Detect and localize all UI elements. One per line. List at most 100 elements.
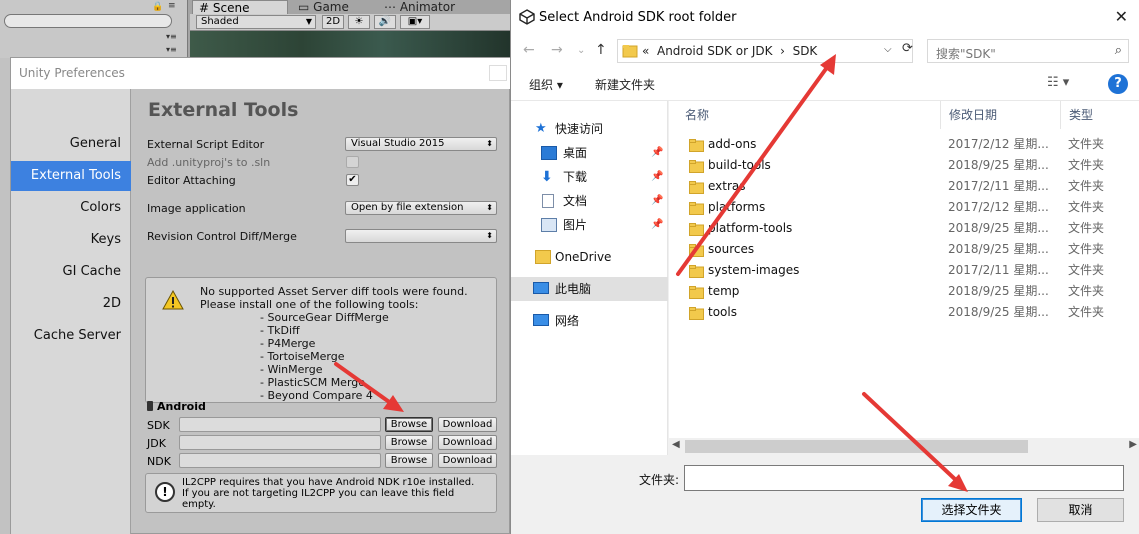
breadcrumb-overflow[interactable]: « (642, 44, 649, 58)
diff-tools-warning: No supported Asset Server diff tools wer… (145, 277, 497, 403)
nav-item-pictures[interactable]: 图片 📌 (511, 213, 668, 237)
ndk-browse-button[interactable]: Browse (385, 453, 433, 468)
chevron-down-icon[interactable]: ▾≡ (166, 32, 177, 41)
select-folder-dialog: Select Android SDK root folder ✕ ← → ⌄ ↑… (510, 0, 1139, 534)
tab-animator[interactable]: ⋯ Animator (384, 0, 484, 15)
list-item[interactable]: platform-tools 2018/9/25 星期... 文件夹 (669, 218, 1139, 239)
tab-scene[interactable]: # Scene (192, 0, 288, 15)
horizontal-scrollbar[interactable]: ◀ ▶ (669, 438, 1139, 455)
sidebar-item-external-tools[interactable]: External Tools (11, 161, 131, 191)
column-header-type[interactable]: 类型 (1061, 101, 1139, 129)
help-icon[interactable]: ? (1108, 74, 1128, 94)
breadcrumb[interactable]: « Android SDK or JDK › SDK (642, 44, 817, 58)
list-item: - P4Merge (260, 337, 316, 350)
close-icon[interactable]: ✕ (1115, 7, 1128, 26)
chevron-down-icon: ▼ (305, 17, 312, 26)
forward-arrow-icon[interactable]: → (551, 42, 563, 58)
new-folder-button[interactable]: 新建文件夹 (595, 76, 655, 93)
scroll-right-icon[interactable]: ▶ (1129, 439, 1137, 450)
il2cpp-note: IL2CPP requires that you have Android ND… (182, 477, 475, 510)
chevron-down-icon[interactable]: ⌵ (884, 44, 892, 55)
breadcrumb-separator-icon: › (780, 44, 785, 58)
hierarchy-search-input[interactable] (4, 14, 172, 28)
search-input[interactable]: 搜索"SDK" ⌕ (927, 39, 1129, 63)
file-name: platform-tools (708, 221, 793, 235)
scene-view[interactable] (190, 31, 510, 58)
ndk-download-button[interactable]: Download (438, 453, 497, 468)
file-type: 文件夹 (1068, 242, 1105, 256)
panel-menu-icon[interactable]: ≡ (168, 1, 176, 11)
sidebar-item-general[interactable]: General (11, 129, 131, 159)
recent-dropdown-icon[interactable]: ⌄ (577, 45, 585, 56)
nav-item-quick-access[interactable]: ★ 快速访问 (511, 117, 668, 141)
list-item[interactable]: add-ons 2017/2/12 星期... 文件夹 (669, 134, 1139, 155)
scroll-left-icon[interactable]: ◀ (672, 439, 680, 450)
breadcrumb-item[interactable]: Android SDK or JDK (657, 44, 773, 58)
close-button[interactable] (489, 65, 507, 81)
breadcrumb-item[interactable]: SDK (793, 44, 818, 58)
tab-game[interactable]: ▭ Game (298, 0, 378, 15)
address-bar[interactable]: « Android SDK or JDK › SDK ⌵ ⟳ (617, 39, 913, 63)
nav-item-network[interactable]: 网络 (511, 309, 668, 333)
file-type: 文件夹 (1068, 158, 1105, 172)
list-item[interactable]: temp 2018/9/25 星期... 文件夹 (669, 281, 1139, 302)
android-section-header: Android (147, 400, 206, 413)
sdk-browse-button[interactable]: Browse (385, 417, 433, 432)
jdk-download-button[interactable]: Download (438, 435, 497, 450)
revision-control-dropdown[interactable]: ⬍ (345, 229, 497, 243)
shading-mode-dropdown[interactable]: Shaded ▼ (196, 15, 316, 29)
animator-icon: ⋯ (384, 0, 400, 14)
list-item[interactable]: platforms 2017/2/12 星期... 文件夹 (669, 197, 1139, 218)
back-arrow-icon[interactable]: ← (523, 42, 535, 58)
lighting-icon[interactable]: ☀ (348, 15, 370, 29)
file-name: platforms (708, 200, 766, 214)
diff-tool-list: - SourceGear DiffMerge - TkDiff - P4Merg… (260, 311, 389, 402)
refresh-icon[interactable]: ⟳ (902, 41, 913, 56)
nav-item-onedrive[interactable]: OneDrive (511, 245, 668, 269)
effects-icon[interactable]: ▣▾ (400, 15, 430, 29)
jdk-browse-button[interactable]: Browse (385, 435, 433, 450)
select-folder-button[interactable]: 选择文件夹 (921, 498, 1022, 522)
pin-icon: 📌 (651, 147, 664, 158)
sdk-download-button[interactable]: Download (438, 417, 497, 432)
audio-icon[interactable]: 🔊 (374, 15, 396, 29)
dialog-toolbar: 组织 ▾ 新建文件夹 ☷ ▾ ? (511, 68, 1139, 101)
file-name: extras (708, 179, 746, 193)
sidebar-item-colors[interactable]: Colors (11, 193, 131, 223)
cancel-button[interactable]: 取消 (1037, 498, 1124, 522)
external-script-editor-dropdown[interactable]: Visual Studio 2015 ⬍ (345, 137, 497, 151)
folder-input[interactable] (684, 465, 1124, 491)
column-header-name[interactable]: 名称 (669, 101, 941, 129)
file-list: 名称 修改日期 类型 add-ons 2017/2/12 星期... 文件夹 b… (669, 101, 1139, 455)
list-item[interactable]: sources 2018/9/25 星期... 文件夹 (669, 239, 1139, 260)
nav-item-this-pc[interactable]: 此电脑 (511, 277, 668, 301)
sidebar-item-gi-cache[interactable]: GI Cache (11, 257, 131, 287)
sidebar-item-keys[interactable]: Keys (11, 225, 131, 255)
image-application-dropdown[interactable]: Open by file extension ⬍ (345, 201, 497, 215)
scrollbar-thumb[interactable] (685, 440, 1028, 453)
list-item[interactable]: build-tools 2018/9/25 星期... 文件夹 (669, 155, 1139, 176)
nav-item-downloads[interactable]: ⬇ 下载 📌 (511, 165, 668, 189)
nav-item-desktop[interactable]: 桌面 📌 (511, 141, 668, 165)
file-type: 文件夹 (1068, 221, 1105, 235)
list-item[interactable]: extras 2017/2/11 星期... 文件夹 (669, 176, 1139, 197)
editor-attaching-checkbox[interactable]: ✔ (346, 174, 359, 186)
sidebar-item-2d[interactable]: 2D (11, 289, 131, 319)
chevron-down-icon[interactable]: ▾≡ (166, 45, 177, 54)
add-unityproj-checkbox[interactable] (346, 156, 359, 168)
up-arrow-icon[interactable]: ↑ (595, 42, 607, 58)
warning-text: No supported Asset Server diff tools wer… (200, 285, 468, 311)
lock-icon[interactable]: 🔒 (152, 2, 163, 12)
jdk-path-field[interactable] (179, 435, 381, 450)
sdk-path-field[interactable] (179, 417, 381, 432)
list-item[interactable]: system-images 2017/2/11 星期... 文件夹 (669, 260, 1139, 281)
folder-icon (689, 159, 704, 173)
nav-item-documents[interactable]: 文档 📌 (511, 189, 668, 213)
organize-button[interactable]: 组织 ▾ (529, 76, 563, 93)
list-item[interactable]: tools 2018/9/25 星期... 文件夹 (669, 302, 1139, 323)
mode-2d-button[interactable]: 2D (322, 15, 344, 29)
column-header-date[interactable]: 修改日期 (941, 101, 1061, 129)
sidebar-item-cache-server[interactable]: Cache Server (11, 321, 131, 351)
view-options-icon[interactable]: ☷ ▾ (1047, 75, 1069, 90)
ndk-path-field[interactable] (179, 453, 381, 468)
